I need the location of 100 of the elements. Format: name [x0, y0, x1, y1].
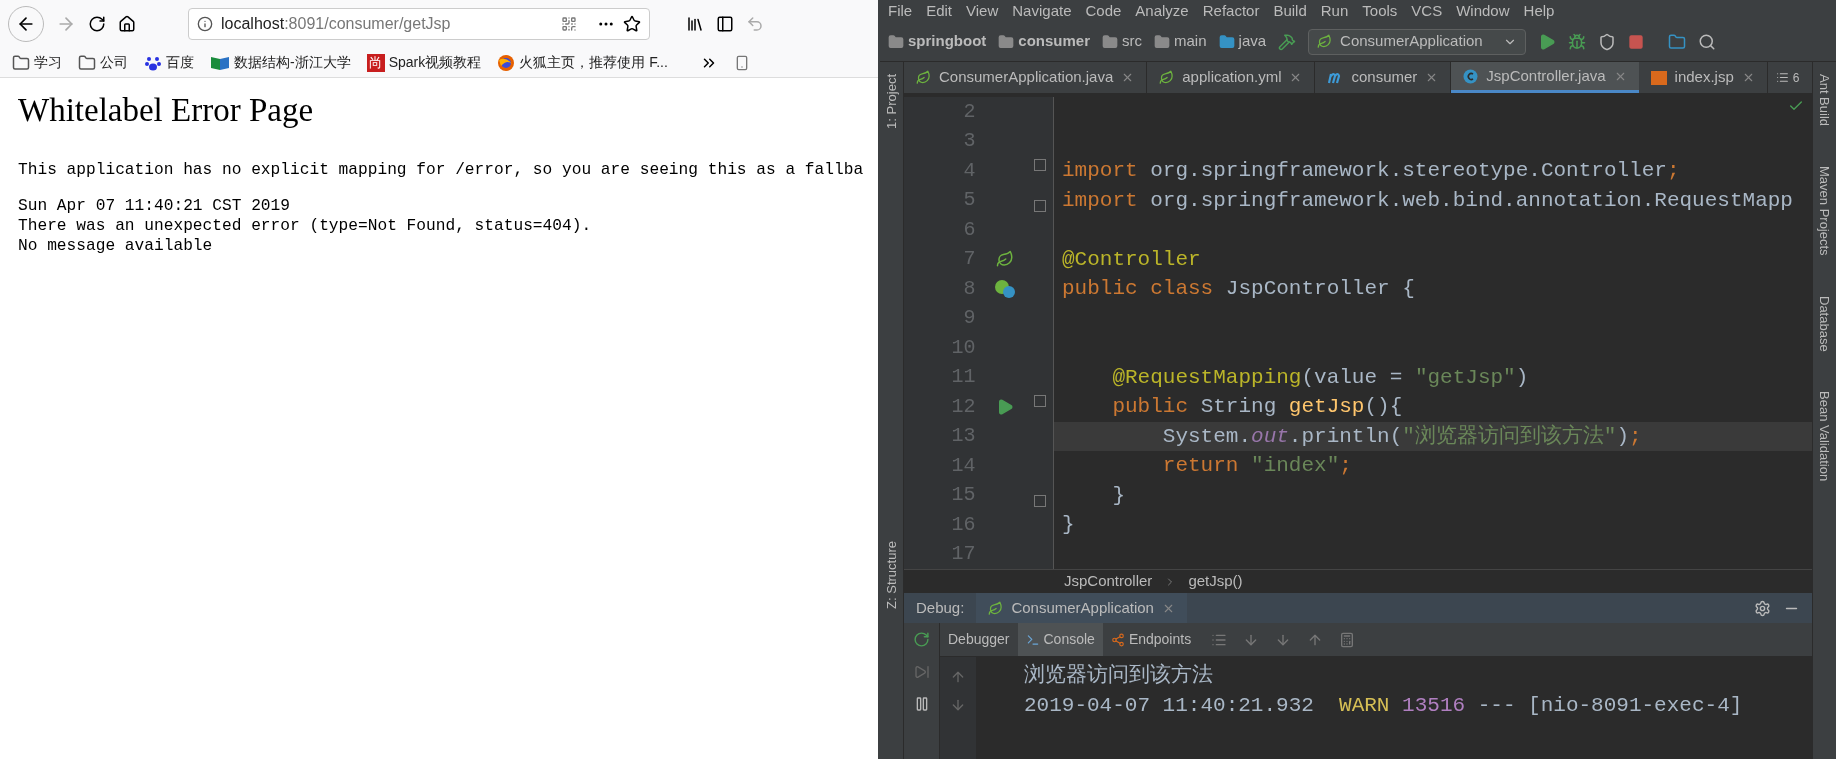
- path-segment[interactable]: consumer: [1018, 30, 1091, 53]
- menu-item[interactable]: Window: [1456, 0, 1510, 23]
- session-tab[interactable]: ConsumerApplication: [976, 593, 1187, 623]
- fold-marker[interactable]: [1034, 394, 1047, 407]
- sidebar-icon[interactable]: [716, 15, 734, 33]
- stop-icon[interactable]: [1627, 33, 1644, 50]
- error-text: Sun Apr 07 11:40:21 CST 2019: [18, 195, 290, 216]
- menu-item[interactable]: View: [966, 0, 999, 23]
- menu-item[interactable]: Build: [1273, 0, 1307, 23]
- bookmark-item[interactable]: 学习: [34, 52, 62, 73]
- reload-icon[interactable]: [88, 15, 106, 33]
- folder-icon: [998, 33, 1015, 50]
- code-line: public String getJsp(){: [1111, 394, 1403, 420]
- debug-tab[interactable]: Console: [1017, 623, 1103, 656]
- code-line: System.out.println("浏览器访问到该方法");: [1161, 423, 1642, 450]
- menu-item[interactable]: Run: [1320, 0, 1349, 23]
- list-icon: [1775, 71, 1789, 84]
- code-line: @RequestMapping(value = "getJsp"): [1111, 364, 1529, 391]
- tool-window-tab[interactable]: Ant Build: [1814, 74, 1835, 127]
- info-icon[interactable]: [197, 16, 213, 32]
- tool-window-tab[interactable]: Bean Validation: [1814, 391, 1835, 482]
- breadcrumb-item[interactable]: JspController: [1064, 570, 1153, 593]
- bookmark-item[interactable]: 百度: [166, 52, 194, 73]
- undo-icon[interactable]: [746, 15, 764, 33]
- code-line: import org.springframework.web.bind.annotation.RequestMapp: [1061, 187, 1793, 214]
- home-icon[interactable]: [118, 15, 136, 33]
- console-icon: [1025, 632, 1040, 647]
- logo-icon: 尚: [366, 53, 385, 72]
- breadcrumb-item[interactable]: getJsp(): [1188, 570, 1243, 593]
- hidden-tabs-button[interactable]: 6: [1767, 62, 1808, 93]
- path-segment[interactable]: main: [1174, 30, 1207, 53]
- scroll-up-icon[interactable]: [950, 669, 966, 685]
- code-line: import org.springframework.stereotype.Controller;: [1061, 158, 1680, 184]
- build-icon[interactable]: [1278, 32, 1297, 51]
- address-bar[interactable]: localhost:8091/consumer/getJsp: [188, 8, 650, 40]
- tool-window-tab[interactable]: Database: [1814, 295, 1835, 352]
- structure-tool-tab[interactable]: Z: Structure: [881, 541, 902, 609]
- folder-icon: [1218, 33, 1235, 50]
- path-segment[interactable]: src: [1122, 30, 1143, 53]
- search-icon[interactable]: [1697, 32, 1716, 51]
- resume-icon[interactable]: [913, 664, 930, 680]
- console-line: 浏览器访问到该方法: [1024, 662, 1213, 689]
- debug-tab[interactable]: Debugger: [940, 623, 1018, 656]
- coverage-icon[interactable]: [1597, 32, 1616, 51]
- rerun-icon[interactable]: [913, 631, 930, 648]
- path-segment[interactable]: springboot: [908, 30, 987, 53]
- debug-tab[interactable]: Endpoints: [1102, 623, 1200, 656]
- run-config-dropdown[interactable]: ConsumerApplication: [1308, 28, 1526, 55]
- settings-icon[interactable]: [1754, 599, 1771, 617]
- menu-item[interactable]: File: [888, 0, 913, 23]
- path-segment[interactable]: java: [1238, 30, 1267, 53]
- leaf-icon: [916, 70, 931, 85]
- error-text: No message available: [18, 235, 213, 256]
- project-structure-icon[interactable]: [1667, 32, 1686, 51]
- menu-item[interactable]: Navigate: [1012, 0, 1072, 23]
- folder-icon: [1154, 33, 1171, 50]
- scroll-down-icon[interactable]: [950, 697, 966, 713]
- bookmark-item[interactable]: 火狐主页，推荐使用 F...: [519, 52, 668, 73]
- url-text: localhost:8091/consumer/getJsp: [221, 14, 451, 34]
- code-line: @Controller: [1061, 246, 1201, 273]
- project-tool-tab[interactable]: 1: Project: [881, 74, 902, 129]
- editor-tab[interactable]: ConsumerApplication.java: [904, 62, 1148, 93]
- library-icon[interactable]: [686, 15, 704, 33]
- folder-icon: [12, 53, 30, 72]
- error-text: This application has no explicit mapping for /error, so you are seeing this as a fallba: [18, 159, 864, 180]
- leaf-icon: [988, 600, 1004, 616]
- folder-icon: [888, 33, 904, 50]
- bean-icon[interactable]: [996, 250, 1015, 269]
- menu-item[interactable]: Tools: [1362, 0, 1398, 23]
- bookmark-item[interactable]: Spark视频教程: [388, 52, 482, 73]
- editor-tab[interactable]: index.jsp: [1638, 62, 1768, 93]
- debug-icon[interactable]: [1567, 32, 1586, 51]
- error-text: There was an unexpected error (type=Not Found, status=404).: [18, 215, 592, 236]
- globe-icon: [497, 53, 516, 72]
- code-line: public class JspController {: [1061, 276, 1415, 302]
- menu-item[interactable]: Help: [1523, 0, 1555, 23]
- fold-marker[interactable]: [1034, 495, 1047, 508]
- menu-item[interactable]: Edit: [926, 0, 953, 23]
- folder-icon: [1102, 33, 1119, 50]
- bookmark-item[interactable]: 公司: [100, 52, 128, 73]
- run-icon[interactable]: [996, 397, 1015, 416]
- leaf-icon: [1159, 70, 1175, 85]
- menu-item[interactable]: Code: [1085, 0, 1122, 23]
- menu-item[interactable]: VCS: [1411, 0, 1443, 23]
- editor-tab[interactable]: application.yml: [1147, 62, 1316, 93]
- book-icon: [210, 54, 230, 71]
- bookmark-star-icon[interactable]: [623, 15, 641, 33]
- leaf-icon: [1317, 34, 1333, 49]
- evaluate-icon[interactable]: [1339, 631, 1356, 648]
- bean-class-icon[interactable]: [994, 278, 1017, 299]
- qr-code-icon[interactable]: [561, 16, 577, 32]
- fold-marker[interactable]: [1034, 158, 1047, 171]
- fold-marker[interactable]: [1034, 200, 1047, 213]
- menu-item[interactable]: Analyze: [1135, 0, 1189, 23]
- editor-tab[interactable]: JspController.java: [1451, 62, 1639, 93]
- code-line: return "index";: [1161, 453, 1352, 479]
- tool-window-tab[interactable]: Maven Projects: [1814, 166, 1835, 256]
- bookmark-item[interactable]: 数据结构-浙江大学: [234, 52, 351, 73]
- menu-item[interactable]: Refactor: [1202, 0, 1260, 23]
- endpoints-icon: [1110, 632, 1125, 647]
